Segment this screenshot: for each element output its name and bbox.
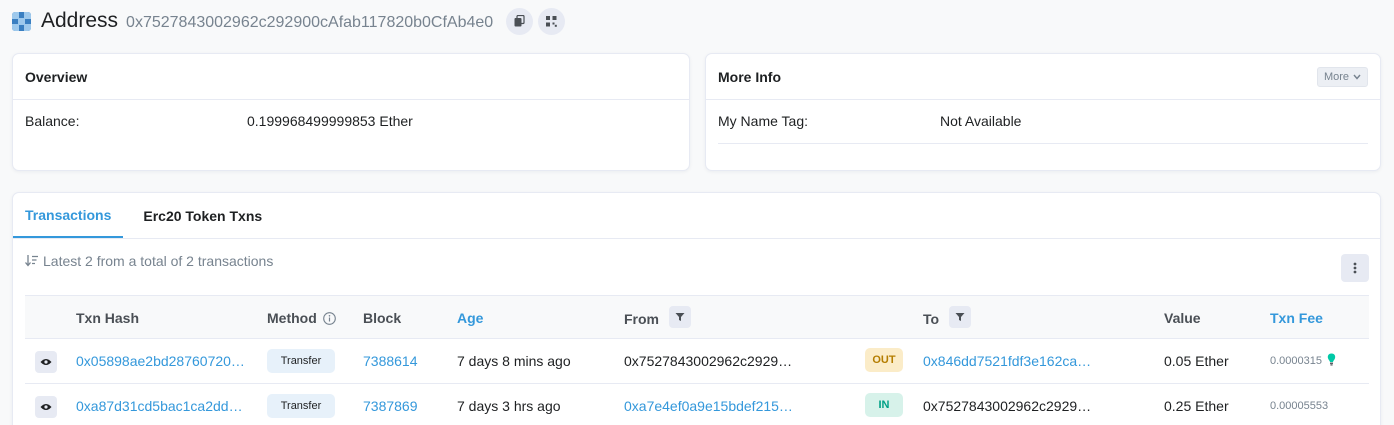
copy-address-button[interactable] xyxy=(506,7,534,35)
view-details-button[interactable] xyxy=(35,396,57,418)
eye-icon xyxy=(40,404,52,410)
tab-bar: Transactions Erc20 Token Txns xyxy=(13,193,1380,239)
transactions-card: Transactions Erc20 Token Txns Latest 2 f… xyxy=(12,192,1381,425)
column-age-toggle[interactable]: Age xyxy=(457,310,483,326)
direction-badge: OUT xyxy=(865,348,903,372)
transactions-summary: Latest 2 from a total of 2 transactions xyxy=(25,253,273,269)
block-link[interactable]: 7388614 xyxy=(363,353,418,369)
from-address-link[interactable]: 0xa7e4ef0a9e15bdef215… xyxy=(624,398,793,414)
value-text: 0.05 Ether xyxy=(1164,353,1229,369)
age-text: 7 days 8 mins ago xyxy=(457,353,571,369)
options-menu-button[interactable] xyxy=(1341,254,1369,282)
copy-icon xyxy=(514,15,525,27)
more-info-header: More Info More xyxy=(706,54,1380,100)
page-header: Address 0x7527843002962c292900cAfab11782… xyxy=(12,6,566,36)
column-txn-fee-toggle[interactable]: Txn Fee xyxy=(1270,310,1323,326)
name-tag-value: Not Available xyxy=(940,113,1022,129)
to-address: 0x7527843002962c2929… xyxy=(923,398,1092,414)
column-method-label: Method xyxy=(267,310,317,326)
txn-hash-link[interactable]: 0xa87d31cd5bac1ca2dd… xyxy=(76,398,243,414)
overview-title: Overview xyxy=(25,68,88,85)
balance-row: Balance: 0.199968499999853 Ether xyxy=(13,100,689,129)
column-from: From xyxy=(624,306,691,328)
age-text: 7 days 3 hrs ago xyxy=(457,398,561,414)
block-link[interactable]: 7387869 xyxy=(363,398,418,414)
balance-value: 0.199968499999853 Ether xyxy=(247,113,413,129)
more-info-card: More Info More My Name Tag: Not Availabl… xyxy=(705,53,1381,171)
filter-icon xyxy=(955,313,965,321)
txn-fee-text: 0.0000315 xyxy=(1270,355,1322,367)
tab-transactions[interactable]: Transactions xyxy=(13,193,124,238)
qr-code-button[interactable] xyxy=(538,7,566,35)
overview-header: Overview xyxy=(13,54,689,100)
txn-fee-text: 0.00005553 xyxy=(1270,400,1329,412)
from-address: 0x7527843002962c2929… xyxy=(624,353,793,369)
column-from-label: From xyxy=(624,310,659,327)
page-title: Address xyxy=(41,9,119,32)
transactions-table-header: Txn Hash Method Block Age From To Value … xyxy=(25,295,1369,339)
sort-descending-icon xyxy=(25,255,38,267)
more-info-title: More Info xyxy=(718,68,781,85)
name-tag-label: My Name Tag: xyxy=(718,113,808,129)
column-to-label: To xyxy=(923,310,940,327)
address-identicon xyxy=(12,11,31,31)
method-badge: Transfer xyxy=(267,349,335,373)
address-hash: 0x7527843002962c292900cAfab117820b0CfAb4… xyxy=(126,13,494,31)
summary-text: Latest 2 from a total of 2 transactions xyxy=(43,253,274,269)
filter-icon xyxy=(675,313,685,321)
view-details-button[interactable] xyxy=(35,351,57,373)
column-value: Value xyxy=(1164,310,1201,326)
table-row: 0x05898ae2bd28760720… Transfer 7388614 7… xyxy=(25,339,1369,384)
txn-hash-link[interactable]: 0x05898ae2bd28760720… xyxy=(76,353,245,369)
direction-badge: IN xyxy=(865,393,903,417)
name-tag-row: My Name Tag: Not Available xyxy=(718,113,1368,144)
more-dropdown-label: More xyxy=(1323,70,1349,83)
qr-code-icon xyxy=(546,15,558,27)
more-vertical-icon xyxy=(1353,262,1357,274)
to-filter-button[interactable] xyxy=(949,306,972,328)
overview-card: Overview Balance: 0.199968499999853 Ethe… xyxy=(12,53,690,171)
method-badge: Transfer xyxy=(267,394,335,418)
to-address-link[interactable]: 0x846dd7521fdf3e162ca… xyxy=(923,353,1091,369)
column-method: Method xyxy=(267,310,336,326)
column-txn-hash: Txn Hash xyxy=(76,310,140,326)
column-block: Block xyxy=(363,310,402,326)
lightbulb-icon[interactable] xyxy=(1327,353,1336,366)
balance-label: Balance: xyxy=(25,113,80,129)
column-to: To xyxy=(923,306,972,328)
eye-icon xyxy=(40,359,52,365)
chevron-down-icon xyxy=(1353,74,1361,80)
value-text: 0.25 Ether xyxy=(1164,398,1229,414)
from-filter-button[interactable] xyxy=(669,306,691,328)
more-dropdown-button[interactable]: More xyxy=(1316,66,1368,87)
tab-erc20-token-txns[interactable]: Erc20 Token Txns xyxy=(131,193,274,238)
info-icon[interactable] xyxy=(322,311,336,325)
table-row: 0xa87d31cd5bac1ca2dd… Transfer 7387869 7… xyxy=(25,384,1369,425)
